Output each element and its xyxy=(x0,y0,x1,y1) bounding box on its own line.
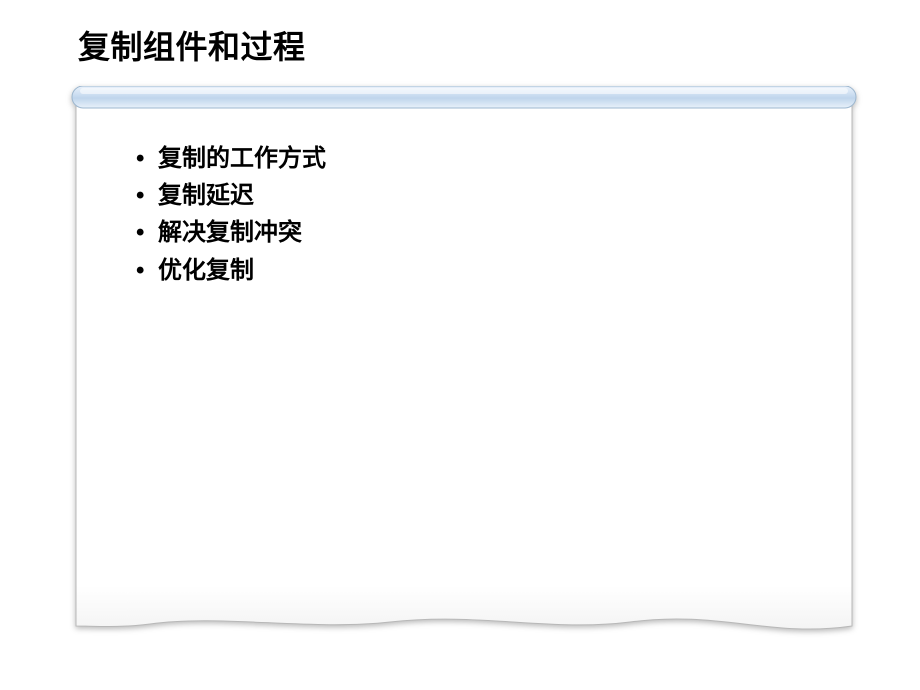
bullet-item: 解决复制冲突 xyxy=(134,214,818,251)
bullet-item: 优化复制 xyxy=(134,252,818,289)
presentation-slide: 复制组件和过程 xyxy=(0,0,920,690)
slide-title: 复制组件和过程 xyxy=(78,22,306,68)
bullet-item: 复制延迟 xyxy=(134,177,818,214)
content-panel: 复制的工作方式 复制延迟 解决复制冲突 优化复制 xyxy=(70,86,858,642)
bullet-item: 复制的工作方式 xyxy=(134,140,818,177)
bullet-list: 复制的工作方式 复制延迟 解决复制冲突 优化复制 xyxy=(134,140,818,289)
panel-content-area: 复制的工作方式 复制延迟 解决复制冲突 优化复制 xyxy=(134,140,818,289)
panel-header-highlight xyxy=(80,88,848,94)
